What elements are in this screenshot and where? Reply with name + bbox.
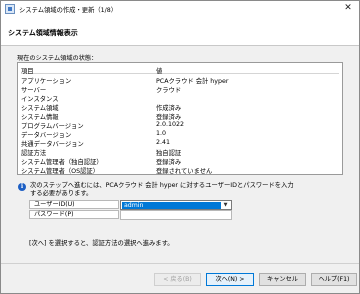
status-key: システム情報 [21,114,59,121]
status-key: プログラムバージョン [21,123,84,130]
status-value: クラウド [156,87,182,94]
help-button[interactable]: ヘルプ(F1) [311,273,357,286]
status-row: システム管理者（OS認証） 登録されていません [21,166,339,175]
status-row: インスタンス [21,94,339,103]
status-value: 登録済み [156,159,182,166]
chevron-down-icon[interactable]: ▼ [221,202,230,209]
close-button[interactable]: ✕ [339,2,357,15]
status-key: システム管理者（独自認証） [21,159,103,166]
column-header-value: 値 [156,68,163,75]
status-value: PCAクラウド 会計 hyper [156,78,229,85]
status-table-header: 項目 値 [21,66,339,75]
status-row: 認証方法 独自認証 [21,148,339,157]
status-value: 登録されていません [156,168,213,175]
password-label: パスワード(P) [29,210,119,219]
user-id-value[interactable]: admin [122,202,221,209]
app-icon [5,4,15,14]
password-field[interactable] [120,210,232,220]
status-row: サーバー クラウド [21,85,339,94]
status-row: 共通データバージョン 2.41 [21,139,339,148]
status-row: プログラムバージョン 2.0.1022 [21,121,339,130]
info-icon: i [18,183,26,191]
status-row: システム情報 登録済み [21,112,339,121]
title-bar: システム領域の作成・更新（1/8） ✕ [1,1,359,17]
back-button[interactable]: < 戻る(B) [154,273,201,286]
column-header-item: 項目 [21,68,34,75]
status-value: 登録済み [156,114,182,121]
user-id-label: ユーザーID(U) [29,200,119,209]
status-row: データバージョン 1.0 [21,130,339,139]
setup-wizard-window: システム領域の作成・更新（1/8） ✕ システム領域情報表示 現在のシステム領域… [0,0,360,294]
status-row: アプリケーション PCAクラウド 会計 hyper [21,76,339,85]
instruction-line-2: する必要があります。 [30,190,93,197]
status-label: 現在のシステム領域の状態： [17,55,98,62]
cancel-button[interactable]: キャンセル [259,273,306,286]
status-key: インスタンス [21,96,59,103]
status-value: 1.0 [156,130,167,137]
status-value: 2.41 [156,139,171,146]
window-title: システム領域の作成・更新（1/8） [19,7,118,14]
user-id-select[interactable]: admin ▼ [120,200,232,210]
status-row: システム領域 作成済み [21,103,339,112]
status-key: サーバー [21,87,47,94]
status-row: システム管理者（独自認証） 登録済み [21,157,339,166]
status-key: アプリケーション [21,78,72,85]
status-key: 共通データバージョン [21,141,84,148]
divider [1,263,359,264]
next-step-hint: [次へ] を選択すると、認証方法の選択へ進みます。 [29,240,174,247]
credentials-form: ユーザーID(U) admin ▼ パスワード(P) [29,200,233,220]
status-value: 2.0.1022 [156,121,185,128]
next-button[interactable]: 次へ(N) > [206,273,254,286]
status-key: システム管理者（OS認証） [21,168,100,175]
status-table[interactable]: 項目 値 アプリケーション PCAクラウド 会計 hyper サーバー クラウド… [17,62,343,175]
status-value: 作成済み [156,105,182,112]
instruction-line-1: 次のステップへ進むには、PCAクラウド 会計 hyper に対するユーザーIDと… [30,182,294,189]
status-value: 独自認証 [156,150,182,157]
status-key: システム領域 [21,105,59,112]
status-key: データバージョン [21,132,72,139]
status-key: 認証方法 [21,150,47,157]
wizard-header: システム領域情報表示 [1,17,359,46]
instruction-text: 次のステップへ進むには、PCAクラウド 会計 hyper に対するユーザーIDと… [30,182,350,198]
page-title: システム領域情報表示 [8,29,78,37]
